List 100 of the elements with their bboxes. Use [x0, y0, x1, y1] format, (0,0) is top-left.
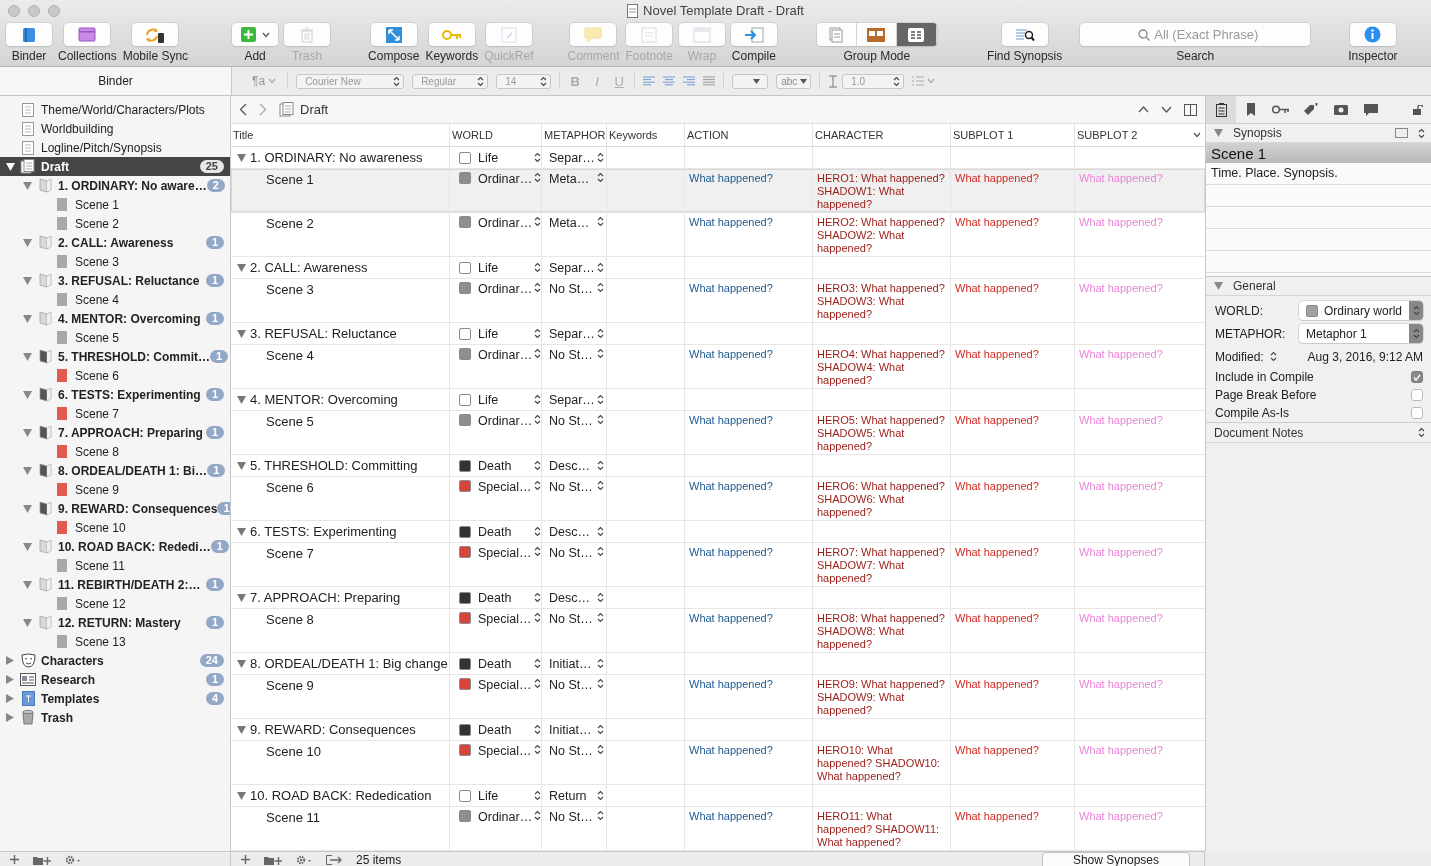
view-mode-segment[interactable] — [896, 23, 937, 46]
outline-row[interactable]: 9. REWARD: Consequences Death Initiat… — [231, 719, 1205, 741]
binder-item[interactable]: Scene 12 — [0, 594, 230, 613]
disclosure-triangle-icon[interactable] — [237, 395, 246, 404]
metaphor-value[interactable]: No St… — [549, 744, 597, 758]
outline-row[interactable]: Scene 4 Ordinar… No St… What happened? HERO4: What happened? SHADOW4: What happened? What happened? What happened? — [231, 345, 1205, 389]
window-close-button[interactable] — [8, 4, 20, 17]
binder-item[interactable]: 12. RETURN: Mastery 1 — [0, 613, 230, 632]
metaphor-value[interactable]: Initiat… — [549, 722, 597, 737]
checkbox[interactable] — [1411, 389, 1423, 401]
world-value[interactable]: Special… — [478, 612, 534, 626]
binder-item[interactable]: 10. ROAD BACK: Rededi… 1 — [0, 537, 230, 556]
disclosure-triangle-icon[interactable] — [237, 153, 246, 162]
world-value[interactable]: Death — [478, 590, 534, 605]
binder-item[interactable]: Worldbuilding — [0, 119, 230, 138]
metaphor-value[interactable]: Meta… — [549, 172, 597, 186]
text-color-dropdown[interactable] — [732, 73, 769, 89]
binder-item[interactable]: Scene 3 — [0, 252, 230, 271]
world-popup[interactable]: Ordinary world — [1299, 301, 1423, 320]
outline-row[interactable]: Scene 2 Ordinar… Meta… What happened? HERO2: What happened? SHADOW2: What happened? What happened? What happened? — [231, 213, 1205, 257]
metaphor-value[interactable]: No St… — [549, 414, 597, 428]
outline-row[interactable]: Scene 7 Special… No St… What happened? HERO7: What happened? SHADOW7: What happened? What happened? What happened? — [231, 543, 1205, 587]
binder-item[interactable]: Templates 4 — [0, 689, 230, 708]
window-minimize-button[interactable] — [28, 4, 40, 17]
outline-row[interactable]: Scene 1 Ordinar… Meta… What happened? HERO1: What happened? SHADOW1: What happened? What happened? What happened? — [231, 169, 1205, 213]
disclosure-triangle-icon[interactable] — [237, 527, 246, 536]
binder-item[interactable]: Characters 24 — [0, 651, 230, 670]
binder-item[interactable]: 6. TESTS: Experimenting 1 — [0, 385, 230, 404]
outline-row[interactable]: 6. TESTS: Experimenting Death Desc… — [231, 521, 1205, 543]
world-value[interactable]: Ordinar… — [478, 282, 534, 296]
metaphor-value[interactable]: Separ… — [549, 150, 597, 165]
search-field[interactable]: All (Exact Phrase) — [1080, 23, 1311, 46]
world-value[interactable]: Death — [478, 656, 534, 671]
world-value[interactable]: Life — [478, 788, 534, 803]
column-header[interactable]: ACTION — [687, 129, 729, 141]
binder-item[interactable]: Scene 4 — [0, 290, 230, 309]
toolbar-button[interactable]: Mobile Sync — [122, 23, 189, 63]
binder-item[interactable]: 4. MENTOR: Overcoming 1 — [0, 309, 230, 328]
column-header[interactable]: WORLD — [452, 129, 493, 141]
metaphor-value[interactable]: Meta… — [549, 216, 597, 230]
binder-item[interactable]: Logline/Pitch/Synopsis — [0, 138, 230, 157]
outline-row[interactable]: 3. REFUSAL: Reluctance Life Separ… — [231, 323, 1205, 345]
binder-item[interactable]: Scene 7 — [0, 404, 230, 423]
metaphor-value[interactable]: Desc… — [549, 590, 597, 605]
outline-row[interactable]: Scene 10 Special… No St… What happened? HERO10: What happened? SHADOW10: What happened? What happened? What happened? — [231, 741, 1205, 785]
outline-row[interactable]: 5. THRESHOLD: Committing Death Desc… — [231, 455, 1205, 477]
column-header[interactable]: METAPHOR — [544, 129, 606, 141]
disclosure-triangle-icon[interactable] — [237, 593, 246, 602]
world-value[interactable]: Ordinar… — [478, 348, 534, 362]
outline-row[interactable]: Scene 5 Ordinar… No St… What happened? HERO5: What happened? SHADOW5: What happened? What happened? What happened? — [231, 411, 1205, 455]
world-value[interactable]: Life — [478, 392, 534, 407]
outline-row[interactable]: 4. MENTOR: Overcoming Life Separ… — [231, 389, 1205, 411]
binder-item[interactable]: 5. THRESHOLD: Commit… 1 — [0, 347, 230, 366]
outline-row[interactable]: Scene 6 Special… No St… What happened? HERO6: What happened? SHADOW6: What happened? What happened? What happened? — [231, 477, 1205, 521]
metaphor-value[interactable]: Return — [549, 788, 597, 803]
metaphor-popup[interactable]: Metaphor 1 — [1299, 324, 1423, 343]
world-value[interactable]: Special… — [478, 480, 534, 494]
world-value[interactable]: Ordinar… — [478, 172, 534, 186]
binder-item[interactable]: Research 1 — [0, 670, 230, 689]
disclosure-triangle-icon[interactable] — [237, 725, 246, 734]
metaphor-value[interactable]: No St… — [549, 480, 597, 494]
view-mode-segment[interactable] — [856, 23, 897, 46]
outline-row[interactable]: Scene 8 Special… No St… What happened? HERO8: What happened? SHADOW8: What happened? What happened? What happened? — [231, 609, 1205, 653]
binder-item[interactable]: 8. ORDEAL/DEATH 1: Bi… 1 — [0, 461, 230, 480]
binder-item[interactable]: 11. REBIRTH/DEATH 2:… 1 — [0, 575, 230, 594]
metaphor-value[interactable]: No St… — [549, 612, 597, 626]
metaphor-value[interactable]: Initiat… — [549, 656, 597, 671]
metaphor-value[interactable]: No St… — [549, 678, 597, 692]
binder-item[interactable]: Scene 6 — [0, 366, 230, 385]
world-value[interactable]: Death — [478, 722, 534, 737]
outline-row[interactable]: 10. ROAD BACK: Rededication Life Return — [231, 785, 1205, 807]
checkbox[interactable] — [1411, 407, 1423, 419]
disclosure-triangle-icon[interactable] — [237, 791, 246, 800]
world-value[interactable]: Special… — [478, 744, 534, 758]
column-header[interactable]: Title — [233, 129, 254, 141]
binder-item[interactable]: Draft 25 — [0, 157, 230, 176]
disclosure-triangle-icon[interactable] — [237, 659, 246, 668]
binder-item[interactable]: 7. APPROACH: Preparing 1 — [0, 423, 230, 442]
binder-item[interactable]: Theme/World/Characters/Plots — [0, 100, 230, 119]
binder-item[interactable]: Scene 11 — [0, 556, 230, 575]
metaphor-value[interactable]: No St… — [549, 546, 597, 560]
column-header[interactable]: CHARACTER — [815, 129, 884, 141]
binder-item[interactable]: Scene 8 — [0, 442, 230, 461]
window-zoom-button[interactable] — [48, 4, 60, 17]
binder-item[interactable]: Trash — [0, 708, 230, 727]
world-value[interactable]: Special… — [478, 678, 534, 692]
binder-item[interactable]: Scene 9 — [0, 480, 230, 499]
outline-row[interactable]: 7. APPROACH: Preparing Death Desc… — [231, 587, 1205, 609]
inspector-tab[interactable] — [1206, 96, 1236, 123]
metaphor-value[interactable]: No St… — [549, 282, 597, 296]
world-value[interactable]: Ordinar… — [478, 414, 534, 428]
world-value[interactable]: Life — [478, 326, 534, 341]
column-header[interactable]: SUBPLOT 1 — [953, 129, 1014, 141]
world-value[interactable]: Life — [478, 260, 534, 275]
metaphor-value[interactable]: Separ… — [549, 260, 597, 275]
metaphor-value[interactable]: Separ… — [549, 326, 597, 341]
world-value[interactable]: Life — [478, 150, 534, 165]
binder-item[interactable]: 2. CALL: Awareness 1 — [0, 233, 230, 252]
metaphor-value[interactable]: No St… — [549, 348, 597, 362]
disclosure-triangle-icon[interactable] — [237, 329, 246, 338]
